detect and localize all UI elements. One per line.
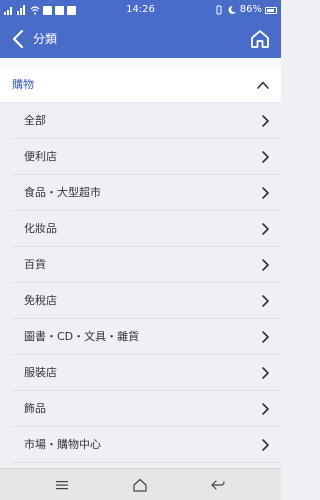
battery-percent: 86% bbox=[239, 4, 262, 15]
list-item-department-store[interactable]: 百貨 bbox=[12, 247, 281, 283]
list-item-food-supermarket[interactable]: 食品・大型超市 bbox=[12, 175, 281, 211]
list-item-label: 飾品 bbox=[24, 402, 46, 415]
list-item-label: 便利店 bbox=[24, 150, 57, 163]
section-header-shopping[interactable]: 購物 bbox=[0, 67, 281, 103]
chevron-right-icon bbox=[262, 439, 269, 451]
list-item-label: 食品・大型超市 bbox=[24, 186, 101, 199]
list-item-label: 服裝店 bbox=[24, 366, 57, 379]
list-item-books-stationery[interactable]: 圖書・CD・文具・雜貨 bbox=[12, 319, 281, 355]
chevron-right-icon bbox=[262, 331, 269, 343]
system-nav-bar bbox=[0, 468, 281, 500]
back-arrow-icon bbox=[211, 480, 225, 490]
home-button[interactable] bbox=[247, 26, 273, 52]
list-item-label: 市場・購物中心 bbox=[24, 438, 101, 451]
nav-back-button[interactable] bbox=[208, 475, 228, 495]
chevron-right-icon bbox=[262, 187, 269, 199]
category-list: 全部 便利店 食品・大型超市 化妝品 百貨 免稅店 圖書・CD・文具・雜貨 服裝… bbox=[0, 103, 281, 463]
list-item-cosmetics[interactable]: 化妝品 bbox=[12, 211, 281, 247]
nav-home-button[interactable] bbox=[130, 475, 150, 495]
status-bar: 14:26 86% bbox=[0, 0, 281, 20]
list-item-duty-free[interactable]: 免稅店 bbox=[12, 283, 281, 319]
status-icons-right: 86% bbox=[214, 0, 277, 20]
chevron-left-icon bbox=[12, 29, 24, 49]
home-icon bbox=[251, 30, 269, 48]
menu-icon bbox=[56, 481, 68, 490]
list-item-clothing[interactable]: 服裝店 bbox=[12, 355, 281, 391]
battery-icon bbox=[265, 6, 277, 14]
section-title: 購物 bbox=[12, 78, 34, 91]
list-item-label: 圖書・CD・文具・雜貨 bbox=[24, 330, 140, 343]
home-outline-icon bbox=[133, 478, 147, 492]
list-item-label: 全部 bbox=[24, 114, 46, 127]
category-content: 購物 全部 便利店 食品・大型超市 化妝品 百貨 免稅店 圖書・CD・文具・雜貨… bbox=[0, 58, 281, 468]
list-item-label: 百貨 bbox=[24, 258, 46, 271]
app-header: 分類 bbox=[0, 20, 281, 58]
list-item-market-mall[interactable]: 市場・購物中心 bbox=[12, 427, 281, 463]
chevron-right-icon bbox=[262, 115, 269, 127]
chevron-right-icon bbox=[262, 367, 269, 379]
chevron-right-icon bbox=[262, 295, 269, 307]
list-item-label: 免稅店 bbox=[24, 294, 57, 307]
chevron-up-icon bbox=[257, 81, 269, 89]
list-item-label: 化妝品 bbox=[24, 222, 57, 235]
chevron-right-icon bbox=[262, 151, 269, 163]
list-item-accessories[interactable]: 飾品 bbox=[12, 391, 281, 427]
vibrate-icon bbox=[216, 5, 222, 15]
chevron-right-icon bbox=[262, 259, 269, 271]
list-item-all[interactable]: 全部 bbox=[12, 103, 281, 139]
back-button[interactable] bbox=[6, 26, 30, 52]
top-divider bbox=[0, 58, 281, 67]
chevron-right-icon bbox=[262, 223, 269, 235]
chevron-right-icon bbox=[262, 403, 269, 415]
page-title: 分類 bbox=[33, 32, 58, 46]
moon-icon bbox=[228, 5, 236, 14]
nav-menu-button[interactable] bbox=[52, 475, 72, 495]
list-item-convenience-store[interactable]: 便利店 bbox=[12, 139, 281, 175]
